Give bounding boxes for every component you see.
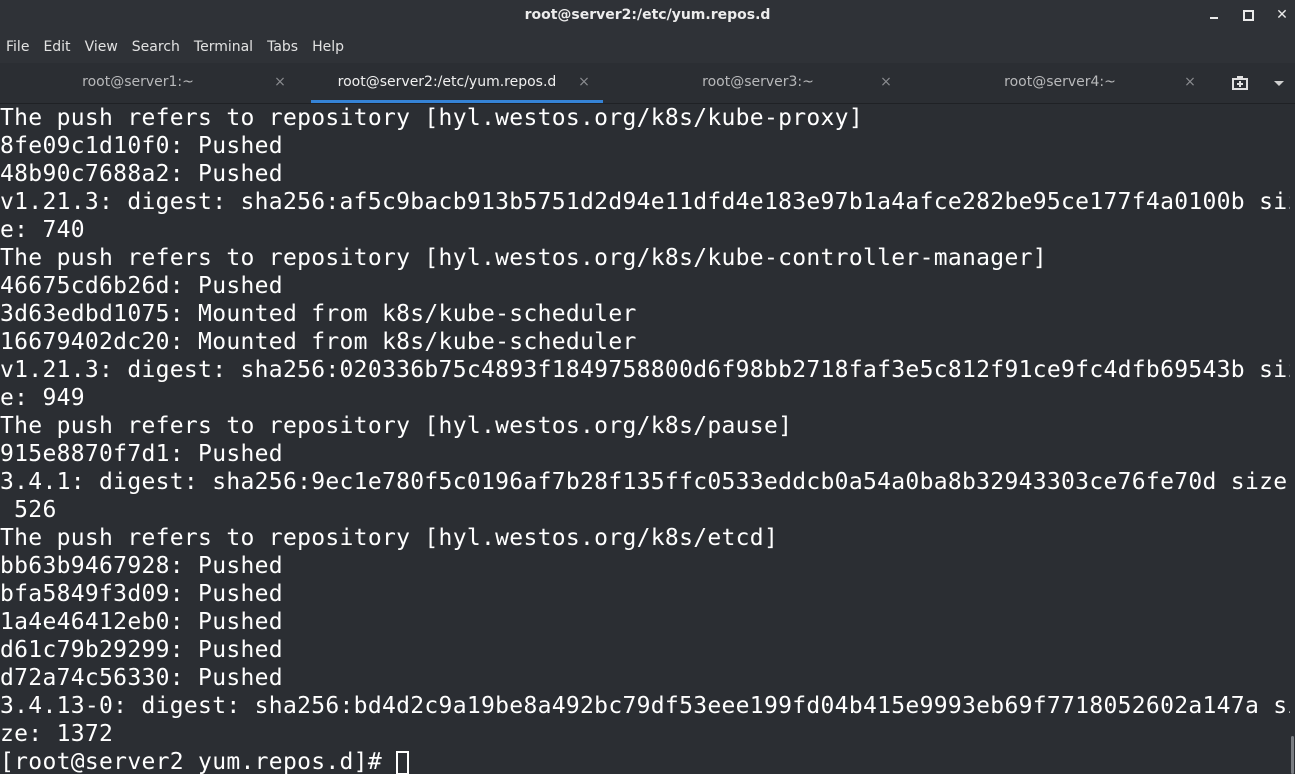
tab-server3[interactable]: root@server3:~ × (610, 63, 910, 103)
title-bar[interactable]: root@server2:/etc/yum.repos.d ✕ (0, 0, 1295, 31)
chevron-down-icon (1274, 80, 1284, 86)
new-tab-button[interactable] (1228, 63, 1252, 103)
terminal-line: The push refers to repository [hyl.westo… (0, 525, 779, 551)
tab-server4[interactable]: root@server4:~ × (912, 63, 1212, 103)
maximize-icon (1242, 9, 1254, 21)
maximize-button[interactable] (1236, 4, 1260, 26)
terminal-line: bb63b9467928: Pushed (0, 553, 283, 579)
tab-label: root@server3:~ (702, 74, 814, 90)
terminal-line: bfa5849f3d09: Pushed (0, 581, 283, 607)
terminal-line: 1a4e46412eb0: Pushed (0, 609, 283, 635)
terminal-line: v1.21.3: digest: sha256:af5c9bacb913b575… (0, 189, 1290, 215)
scrollbar[interactable] (1290, 104, 1295, 774)
menu-file[interactable]: File (0, 31, 36, 63)
terminal-line: 3.4.13-0: digest: sha256:bd4d2c9a19be8a4… (0, 693, 1290, 719)
terminal-line: The push refers to repository [hyl.westo… (0, 105, 863, 131)
tab-server1[interactable]: root@server1:~ × (0, 63, 304, 103)
terminal-line: e: 740 (0, 217, 85, 243)
terminal-line: 3d63edbd1075: Mounted from k8s/kube-sche… (0, 301, 637, 327)
tab-close-icon[interactable]: × (272, 63, 288, 101)
terminal-line: 915e8870f7d1: Pushed (0, 441, 283, 467)
minimize-icon (1210, 17, 1218, 19)
terminal-line: v1.21.3: digest: sha256:020336b75c4893f1… (0, 357, 1290, 383)
minimize-button[interactable] (1202, 4, 1226, 26)
menu-search[interactable]: Search (125, 31, 187, 63)
terminal-line: d61c79b29299: Pushed (0, 637, 283, 663)
menu-view[interactable]: View (78, 31, 125, 63)
terminal-output[interactable]: The push refers to repository [hyl.westo… (0, 104, 1290, 774)
tab-server2[interactable]: root@server2:/etc/yum.repos.d × (311, 63, 603, 103)
terminal-line: 46675cd6b26d: Pushed (0, 273, 283, 299)
tab-bar: root@server1:~ × root@server2:/etc/yum.r… (0, 63, 1295, 104)
terminal-window: root@server2:/etc/yum.repos.d ✕ File Edi… (0, 0, 1295, 774)
terminal-line: The push refers to repository [hyl.westo… (0, 245, 1047, 271)
menu-help[interactable]: Help (305, 31, 351, 63)
tab-close-icon[interactable]: × (576, 63, 592, 101)
scrollbar-thumb[interactable] (1291, 736, 1294, 774)
menu-terminal[interactable]: Terminal (187, 31, 260, 63)
shell-prompt: [root@server2 yum.repos.d]# (0, 749, 397, 774)
terminal-line: 16679402dc20: Mounted from k8s/kube-sche… (0, 329, 637, 355)
terminal-line: 8fe09c1d10f0: Pushed (0, 133, 283, 159)
terminal-line: 526 (0, 497, 57, 523)
menu-bar: File Edit View Search Terminal Tabs Help (0, 31, 1295, 63)
new-tab-icon (1232, 76, 1248, 90)
terminal-line: e: 949 (0, 385, 85, 411)
close-icon: ✕ (1276, 7, 1288, 23)
tab-close-icon[interactable]: × (1182, 63, 1198, 101)
tab-label: root@server2:/etc/yum.repos.d (337, 74, 557, 90)
terminal-line: 48b90c7688a2: Pushed (0, 161, 283, 187)
terminal-line: 3.4.1: digest: sha256:9ec1e780f5c0196af7… (0, 469, 1290, 495)
menu-tabs[interactable]: Tabs (260, 31, 305, 63)
menu-edit[interactable]: Edit (36, 31, 77, 63)
prompt-line[interactable]: [root@server2 yum.repos.d]# (0, 748, 410, 774)
text-cursor (396, 750, 410, 774)
tab-menu-button[interactable] (1268, 63, 1290, 103)
tab-close-icon[interactable]: × (878, 63, 894, 101)
tab-label: root@server4:~ (1004, 74, 1116, 90)
terminal-line: d72a74c56330: Pushed (0, 665, 283, 691)
window-title: root@server2:/etc/yum.repos.d (524, 7, 771, 23)
close-window-button[interactable]: ✕ (1270, 4, 1294, 26)
terminal-line: The push refers to repository [hyl.westo… (0, 413, 793, 439)
terminal-line: ze: 1372 (0, 721, 114, 747)
tab-label: root@server1:~ (82, 74, 194, 90)
